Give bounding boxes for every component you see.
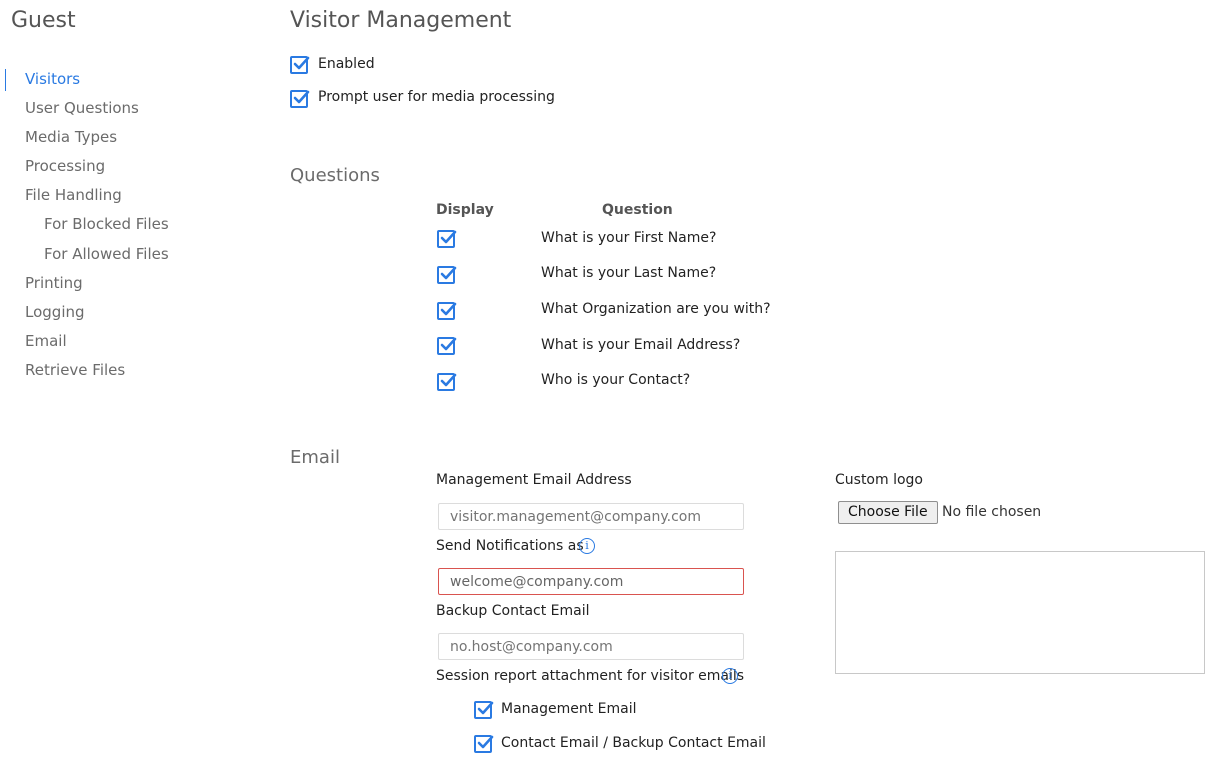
enabled-label: Enabled <box>318 56 375 72</box>
question-text: What is your First Name? <box>541 230 717 246</box>
checkmark-icon <box>440 373 457 387</box>
column-header-question: Question <box>602 202 673 218</box>
sidebar-item-retrieve-files[interactable]: Retrieve Files <box>25 361 125 379</box>
info-icon[interactable]: i <box>579 538 595 554</box>
sidebar-item-for-allowed-files[interactable]: For Allowed Files <box>44 245 169 263</box>
backup-contact-email-input[interactable] <box>438 633 744 660</box>
sidebar-title: Guest <box>11 8 76 33</box>
active-nav-indicator <box>5 69 6 91</box>
question-text: What is your Email Address? <box>541 337 741 353</box>
prompt-media-label: Prompt user for media processing <box>318 89 555 105</box>
column-header-display: Display <box>436 202 494 218</box>
info-icon[interactable]: i <box>722 668 738 684</box>
management-email-checkbox-label: Management Email <box>501 701 637 717</box>
choose-file-button[interactable]: Choose File <box>838 501 938 524</box>
checkmark-icon <box>293 90 310 104</box>
send-notifications-input[interactable] <box>438 568 744 595</box>
checkmark-icon <box>477 701 494 715</box>
custom-logo-preview <box>835 551 1205 674</box>
no-file-chosen-text: No file chosen <box>942 504 1042 520</box>
management-email-checkbox[interactable] <box>474 701 494 719</box>
page-title: Visitor Management <box>290 8 512 33</box>
sidebar-item-logging[interactable]: Logging <box>25 303 85 321</box>
question-display-checkbox-organization[interactable] <box>437 302 457 320</box>
question-display-checkbox-email[interactable] <box>437 337 457 355</box>
checkmark-icon <box>440 302 457 316</box>
sidebar-item-printing[interactable]: Printing <box>25 274 83 292</box>
questions-section-title: Questions <box>290 165 380 186</box>
sidebar-item-media-types[interactable]: Media Types <box>25 128 117 146</box>
enabled-checkbox[interactable] <box>290 56 310 74</box>
question-display-checkbox-last-name[interactable] <box>437 266 457 284</box>
sidebar-item-for-blocked-files[interactable]: For Blocked Files <box>44 215 169 233</box>
sidebar-item-processing[interactable]: Processing <box>25 157 105 175</box>
backup-contact-email-label: Backup Contact Email <box>436 603 590 619</box>
custom-logo-label: Custom logo <box>835 472 923 488</box>
question-text: What is your Last Name? <box>541 265 717 281</box>
management-email-label: Management Email Address <box>436 472 632 488</box>
checkmark-icon <box>440 337 457 351</box>
checkmark-icon <box>293 56 310 70</box>
sidebar-item-visitors[interactable]: Visitors <box>25 70 80 88</box>
sidebar-item-file-handling[interactable]: File Handling <box>25 186 122 204</box>
session-report-label: Session report attachment for visitor em… <box>436 668 745 684</box>
contact-email-checkbox[interactable] <box>474 735 494 753</box>
send-notifications-label: Send Notifications as <box>436 538 584 554</box>
sidebar-item-user-questions[interactable]: User Questions <box>25 99 139 117</box>
checkmark-icon <box>440 230 457 244</box>
question-text: What Organization are you with? <box>541 301 771 317</box>
sidebar-item-email[interactable]: Email <box>25 332 67 350</box>
checkmark-icon <box>440 266 457 280</box>
question-text: Who is your Contact? <box>541 372 691 388</box>
contact-email-checkbox-label: Contact Email / Backup Contact Email <box>501 735 766 751</box>
question-display-checkbox-first-name[interactable] <box>437 230 457 248</box>
question-display-checkbox-contact[interactable] <box>437 373 457 391</box>
email-section-title: Email <box>290 447 340 468</box>
management-email-input[interactable] <box>438 503 744 530</box>
prompt-media-checkbox[interactable] <box>290 90 310 108</box>
checkmark-icon <box>477 735 494 749</box>
